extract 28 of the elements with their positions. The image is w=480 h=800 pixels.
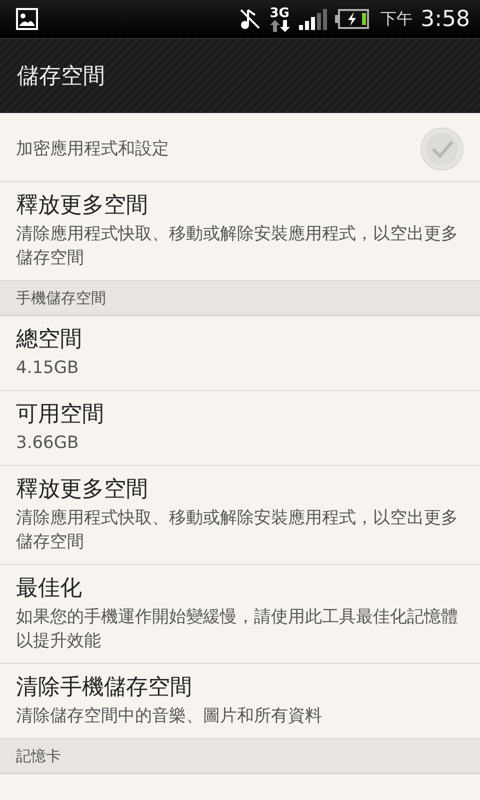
settings-item[interactable]: 總空間 4.15GB xyxy=(0,316,480,391)
screen-title: 儲存空間 xyxy=(17,63,105,91)
item-summary: 清除應用程式快取、移動或解除安裝應用程式，以空出更多儲存空間 xyxy=(16,507,459,554)
section-title: 記憶卡 xyxy=(16,747,61,765)
network-type: 3G xyxy=(270,6,290,20)
item-summary: 清除儲存空間中的音樂、圖片和所有資料 xyxy=(16,705,323,728)
settings-item[interactable]: 可用空間 3.66GB xyxy=(0,391,480,466)
settings-item[interactable]: 最佳化 如果您的手機運作開始變緩慢，請使用此工具最佳化記憶體以提升效能 xyxy=(0,565,480,664)
section-title: 手機儲存空間 xyxy=(16,289,106,307)
time-period: 下午 xyxy=(380,8,413,30)
item-title: 釋放更多空間 xyxy=(16,192,149,220)
item-title: 可用空間 xyxy=(16,401,105,429)
item-summary: 如果您的手機運作開始變緩慢，請使用此工具最佳化記憶體以提升效能 xyxy=(16,606,459,653)
image-icon xyxy=(16,8,38,30)
item-summary: 3.66GB xyxy=(16,432,80,455)
item-summary: 4.15GB xyxy=(16,357,80,380)
signal-icon xyxy=(298,8,327,30)
item-title: 總空間 xyxy=(16,326,83,354)
battery-charging-icon xyxy=(334,9,369,29)
item-title: 釋放更多空間 xyxy=(16,476,149,504)
item-summary: 加密應用程式和設定 xyxy=(16,138,170,161)
data-arrows-icon xyxy=(268,20,291,32)
item-title: 最佳化 xyxy=(16,575,83,603)
clock: 3:58 xyxy=(420,6,470,32)
item-summary: 清除應用程式快取、移動或解除安裝應用程式，以空出更多儲存空間 xyxy=(16,223,459,270)
item-title: 清除手機儲存空間 xyxy=(16,674,193,702)
music-off-icon xyxy=(238,7,261,31)
settings-item[interactable]: 釋放更多空間 清除應用程式快取、移動或解除安裝應用程式，以空出更多儲存空間 xyxy=(0,466,480,565)
